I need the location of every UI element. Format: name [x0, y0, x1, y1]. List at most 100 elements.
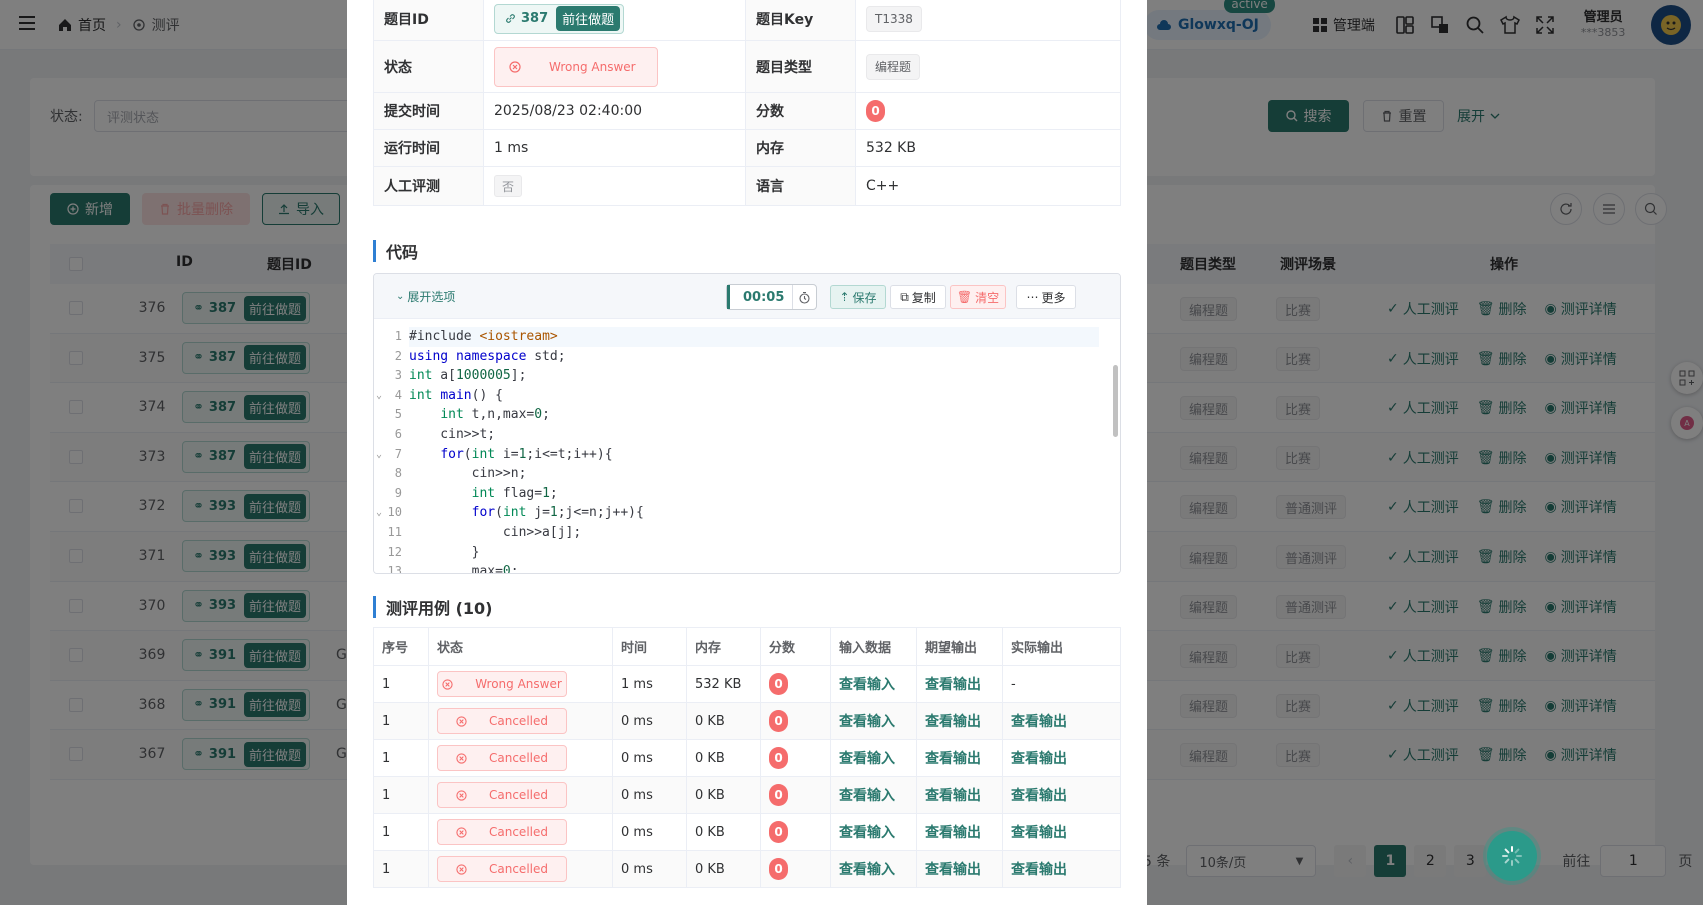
line-number-text: 6 [394, 426, 402, 441]
case-index: 1 [373, 776, 429, 814]
code-line: cin>>n; [409, 466, 527, 482]
line-number: ⌄ 7 [374, 445, 404, 465]
copy-code-button[interactable]: ⧉ 复制 [890, 285, 946, 309]
line-number-text: 4 [394, 387, 402, 402]
go-practice-button[interactable]: 前往做题 [556, 6, 621, 31]
test-case-row: 1 Cancelled 0 ms 0 KB 0 查看输入 查看输出 查看输出 [373, 850, 1121, 888]
view-expected-link[interactable]: 查看输出 [925, 714, 981, 730]
line-number: 12 [374, 543, 404, 563]
copy-label: 复制 [911, 290, 936, 305]
close-circle-icon [456, 863, 467, 875]
code-text[interactable]: #include <iostream> using namespace std;… [409, 327, 1099, 573]
case-status-text: Cancelled [489, 825, 548, 839]
line-number: 1 [374, 327, 404, 347]
line-number: 6 [374, 425, 404, 445]
link-icon [505, 13, 516, 24]
case-memory: 0 KB [686, 739, 761, 777]
test-case-row: 1 Cancelled 0 ms 0 KB 0 查看输入 查看输出 查看输出 [373, 739, 1121, 777]
view-expected-link[interactable]: 查看输出 [925, 788, 981, 804]
expand-options-label: 展开选项 [407, 290, 456, 304]
label-language: 语言 [745, 166, 856, 206]
more-label: 更多 [1041, 290, 1066, 305]
line-number-text: 11 [387, 524, 402, 539]
view-actual-output-link[interactable]: 查看输出 [1011, 714, 1067, 730]
case-status-badge: Wrong Answer [437, 671, 567, 697]
save-code-button[interactable]: ⇡ 保存 [830, 285, 886, 309]
fold-icon[interactable]: ⌄ [376, 445, 382, 465]
copy-icon: ⧉ [900, 289, 909, 304]
view-actual-output-link[interactable]: 查看输出 [1011, 862, 1067, 878]
line-number-text: 12 [387, 544, 402, 559]
save-label: 保存 [852, 290, 877, 305]
editor-scrollbar[interactable] [1113, 365, 1118, 437]
trash-icon: 🗑︎ [956, 290, 973, 304]
line-number-text: 5 [394, 407, 402, 422]
close-circle-icon [509, 60, 521, 73]
view-input-link[interactable]: 查看输入 [839, 825, 895, 841]
more-button[interactable]: ⋯ 更多 [1016, 285, 1076, 309]
view-actual-output-link[interactable]: 查看输出 [1011, 788, 1067, 804]
submission-info-table: 题目ID 387 前往做题 题目Key T1338 状态 Wrong Answe… [373, 0, 1121, 206]
line-number: 9 [374, 484, 404, 504]
line-number-text: 7 [394, 446, 402, 461]
actual-output-value: - [1002, 665, 1121, 703]
th-time: 时间 [612, 627, 687, 666]
stopwatch-icon[interactable] [792, 285, 816, 309]
problem-key-tag: T1338 [866, 5, 922, 32]
view-input-link[interactable]: 查看输入 [839, 714, 895, 730]
case-memory: 0 KB [686, 776, 761, 814]
view-input-link[interactable]: 查看输入 [839, 788, 895, 804]
language-value: C++ [855, 166, 1121, 206]
view-expected-link[interactable]: 查看输出 [925, 862, 981, 878]
label-manual: 人工评测 [373, 166, 484, 206]
submit-time-value: 2025/08/23 02:40:00 [483, 92, 746, 130]
case-time: 0 ms [612, 702, 687, 740]
view-expected-link[interactable]: 查看输出 [925, 751, 981, 767]
case-time: 0 ms [612, 739, 687, 777]
timer: 00:05 [726, 284, 818, 310]
case-score-badge: 0 [769, 673, 788, 695]
code-line: int main() { [409, 387, 503, 403]
more-icon: ⋯ [1026, 290, 1039, 304]
th-memory: 内存 [686, 627, 761, 666]
code-line: for(int i=1;i<=t;i++){ [440, 446, 613, 462]
line-number: ⌄ 10 [374, 503, 404, 523]
view-input-link[interactable]: 查看输入 [839, 751, 895, 767]
code-line: int a[1000005]; [409, 368, 527, 384]
test-case-row: 1 Cancelled 0 ms 0 KB 0 查看输入 查看输出 查看输出 [373, 702, 1121, 740]
code-line: int t,n,max=0; [440, 407, 550, 423]
view-expected-link[interactable]: 查看输出 [925, 825, 981, 841]
line-number: 3 [374, 366, 404, 386]
code-line: cin>>a[j]; [409, 524, 582, 540]
fold-icon[interactable]: ⌄ [376, 386, 382, 406]
view-expected-link[interactable]: 查看输出 [925, 677, 981, 693]
case-score-badge: 0 [769, 858, 788, 880]
line-number: ⌄ 4 [374, 386, 404, 406]
code-area[interactable]: 1 2 3 ⌄ 4 5 6 ⌄ 7 8 9 ⌄ 10 11 12 13 #include <iostream>… [374, 319, 1120, 573]
view-actual-output-link[interactable]: 查看输出 [1011, 751, 1067, 767]
view-input-link[interactable]: 查看输入 [839, 677, 895, 693]
clear-label: 清空 [975, 290, 1000, 305]
close-circle-icon [456, 752, 467, 764]
case-status-text: Cancelled [489, 751, 548, 765]
clear-code-button[interactable]: 🗑︎ 清空 [950, 285, 1006, 309]
case-status-text: Wrong Answer [475, 677, 562, 691]
code-line: for(int j=1;j<=n;j++){ [471, 505, 644, 521]
case-status-badge: Cancelled [437, 819, 567, 845]
line-number: 13 [374, 562, 404, 573]
case-score-badge: 0 [769, 784, 788, 806]
problem-id-value: 387 [521, 11, 549, 26]
th-input: 输入数据 [830, 627, 917, 666]
view-actual-output-link[interactable]: 查看输出 [1011, 825, 1067, 841]
label-run-time: 运行时间 [373, 129, 484, 167]
floating-action-button[interactable] [1487, 831, 1537, 881]
problem-id-tag[interactable]: 387 前往做题 [494, 3, 625, 34]
code-line: } [409, 544, 480, 560]
case-time: 0 ms [612, 776, 687, 814]
fold-icon[interactable]: ⌄ [376, 503, 382, 523]
line-number-text: 3 [394, 368, 402, 383]
view-input-link[interactable]: 查看输入 [839, 862, 895, 878]
case-memory: 0 KB [686, 813, 761, 851]
expand-options-toggle[interactable]: ⌄ 展开选项 [396, 288, 455, 305]
case-status-badge: Cancelled [437, 856, 567, 882]
